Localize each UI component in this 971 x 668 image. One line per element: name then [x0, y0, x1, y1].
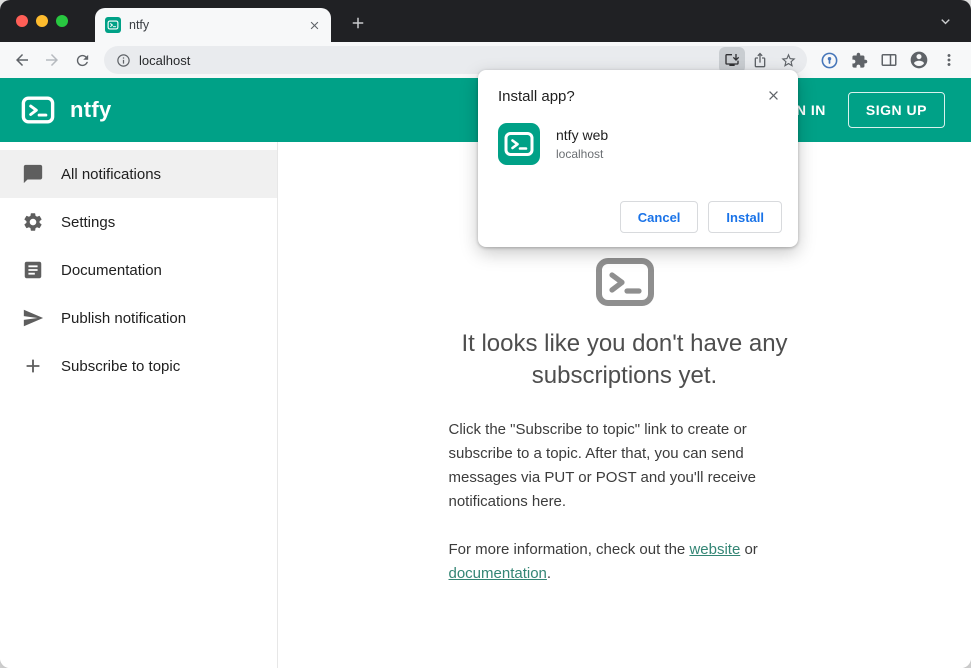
sidebar-item-label: Publish notification: [61, 309, 187, 327]
dialog-app-text: ntfy web localhost: [556, 127, 608, 161]
sidebar-item-label: All notifications: [61, 165, 162, 183]
tab-search-chevron-icon[interactable]: [933, 9, 957, 33]
tab-close-icon[interactable]: [305, 16, 323, 34]
extensions-puzzle-icon[interactable]: [845, 46, 873, 74]
brand-title: ntfy: [70, 97, 112, 122]
send-icon: [22, 307, 44, 329]
sidebar-item-all-notifications[interactable]: All notifications: [0, 150, 277, 198]
password-manager-extension-icon[interactable]: [815, 46, 843, 74]
plus-icon: [22, 355, 44, 377]
traffic-lights: [16, 15, 68, 27]
browser-window: ntfy localhost ntfy SIGN IN SIGN UP All …: [0, 0, 971, 668]
documentation-link[interactable]: documentation: [449, 565, 547, 582]
ntfy-favicon-icon: [105, 17, 121, 33]
dialog-app-name: ntfy web: [556, 127, 609, 143]
links-paragraph-suffix: .: [546, 564, 552, 582]
dialog-buttons: Cancel Install: [619, 201, 782, 233]
empty-state-paragraph: Click the "Subscribe to topic" link to c…: [448, 420, 756, 510]
tab-title: ntfy: [129, 18, 150, 32]
sidebar-item-label: Settings: [61, 213, 116, 231]
empty-state-links-paragraph: For more information, check out the webs…: [449, 538, 801, 586]
sidebar-item-documentation[interactable]: Documentation: [0, 246, 277, 294]
side-panel-icon[interactable]: [875, 46, 903, 74]
url-text[interactable]: localhost: [139, 53, 709, 68]
sidebar-item-label: Subscribe to topic: [61, 357, 181, 375]
back-button[interactable]: [8, 46, 36, 74]
sidebar-item-publish-notification[interactable]: Publish notification: [0, 294, 277, 342]
install-button[interactable]: Install: [708, 201, 782, 233]
site-info-icon[interactable]: [116, 53, 131, 68]
dialog-app-info: ntfy web localhost: [498, 123, 778, 165]
website-link[interactable]: website: [689, 541, 740, 558]
zoom-window-button[interactable]: [56, 15, 68, 27]
dialog-close-icon[interactable]: [762, 84, 784, 106]
links-paragraph-middle: or: [740, 540, 758, 558]
ntfy-app-icon: [498, 123, 540, 165]
dialog-title: Install app?: [498, 88, 575, 105]
minimize-window-button[interactable]: [36, 15, 48, 27]
gear-icon: [22, 211, 44, 233]
reload-button[interactable]: [68, 46, 96, 74]
cancel-button[interactable]: Cancel: [619, 201, 699, 233]
close-window-button[interactable]: [16, 15, 28, 27]
sidebar: All notifications Settings Documentation…: [0, 142, 278, 668]
sign-up-button[interactable]: SIGN UP: [847, 92, 945, 128]
chat-bubble-icon: [22, 163, 44, 185]
dialog-app-origin: localhost: [556, 147, 604, 161]
browser-tab[interactable]: ntfy: [95, 8, 331, 42]
browser-menu-kebab-icon[interactable]: [935, 46, 963, 74]
tab-strip: ntfy: [0, 0, 971, 42]
sidebar-item-subscribe-to-topic[interactable]: Subscribe to topic: [0, 342, 277, 390]
article-icon: [22, 259, 44, 281]
new-tab-button[interactable]: [344, 9, 372, 37]
ntfy-logo-icon: [20, 92, 56, 128]
forward-button[interactable]: [38, 46, 66, 74]
sidebar-item-label: Documentation: [61, 261, 162, 279]
install-app-dialog: Install app? ntfy web localhost Cancel I…: [478, 70, 798, 247]
empty-state-heading: It looks like you don't have any subscri…: [461, 330, 788, 389]
terminal-icon: [593, 250, 657, 314]
links-paragraph-prefix: For more information, check out the: [448, 540, 690, 558]
sidebar-item-settings[interactable]: Settings: [0, 198, 277, 246]
empty-state-text: Click the "Subscribe to topic" link to c…: [449, 418, 801, 586]
profile-avatar[interactable]: [905, 46, 933, 74]
